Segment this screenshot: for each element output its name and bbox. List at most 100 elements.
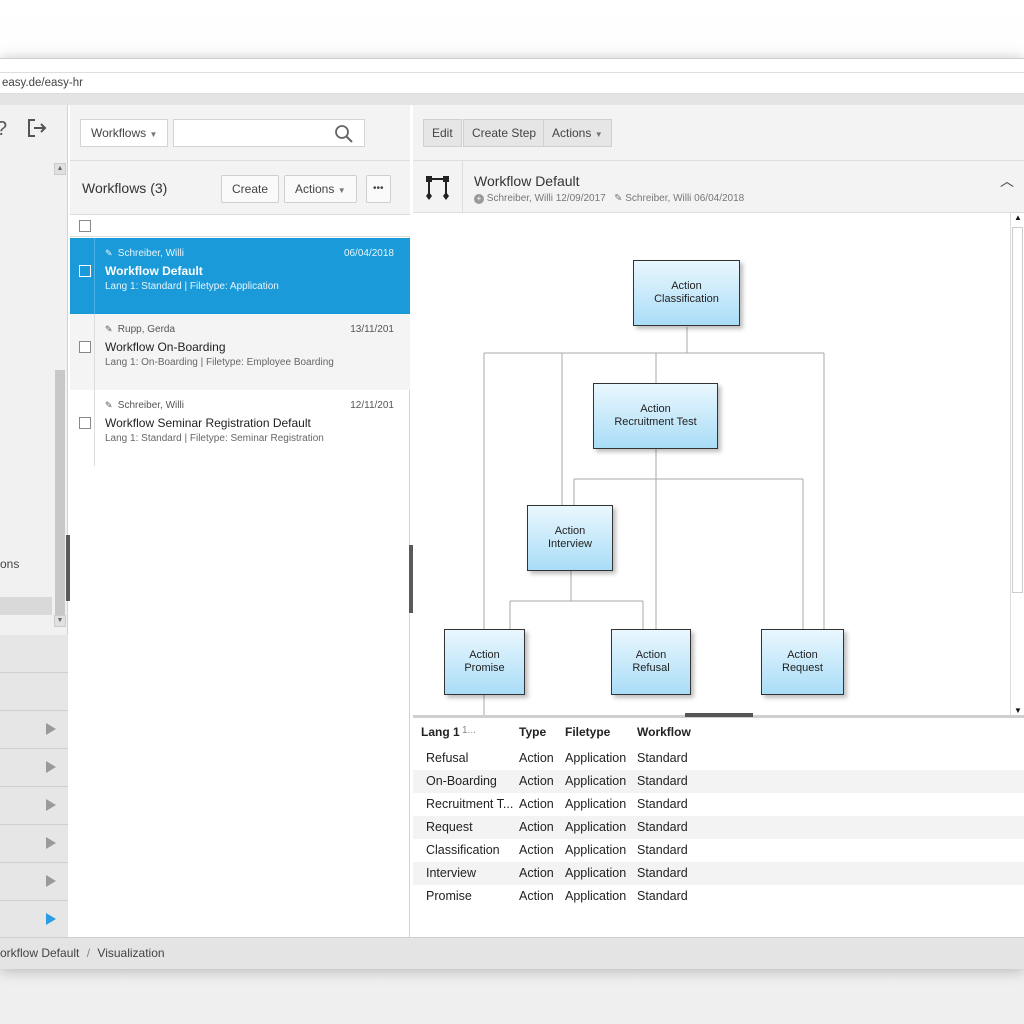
nav-row-active[interactable] (0, 901, 68, 939)
scrollbar-thumb[interactable] (55, 370, 65, 615)
split-grip[interactable] (685, 713, 753, 717)
cell-filetype: Application (565, 843, 627, 857)
nav-item-selected[interactable] (0, 597, 52, 615)
table-row[interactable]: Request Action Application Standard (413, 816, 1024, 839)
scroll-down-button[interactable]: ▼ (54, 615, 66, 627)
pencil-icon: ✎ (105, 248, 113, 258)
cell-workflow: Standard (637, 889, 688, 903)
nav-item-label[interactable]: ons (0, 557, 19, 571)
cell-filetype: Application (565, 889, 627, 903)
search-icon[interactable] (334, 124, 354, 144)
scrollbar-thumb[interactable] (1012, 227, 1023, 593)
column-header[interactable]: Filetype (565, 725, 610, 739)
more-button[interactable]: ••• (366, 175, 391, 203)
node-recruitment-test[interactable]: Action Recruitment Test (593, 383, 718, 449)
column-header[interactable]: 1... (462, 725, 476, 736)
node-label: Action (671, 280, 702, 292)
divider (94, 314, 95, 390)
workflow-detail-panel: Edit Create Step Actions ▼ Workflow Defa… (413, 105, 1024, 937)
list-item[interactable]: ✎ Rupp, Gerda 13/11/201 Workflow On-Boar… (70, 314, 410, 390)
node-interview[interactable]: Action Interview (527, 505, 613, 571)
select-all-checkbox[interactable] (79, 220, 91, 232)
cell-name: Promise (426, 889, 472, 903)
table-row[interactable]: On-Boarding Action Application Standard (413, 770, 1024, 793)
list-item[interactable]: ✎ Schreiber, Willi 06/04/2018 Workflow D… (70, 238, 410, 314)
chevron-down-icon: ▼ (337, 186, 346, 195)
row-checkbox[interactable] (79, 265, 91, 277)
workflow-title: Workflow Default (474, 173, 580, 189)
record-date: 06/04/2018 (343, 248, 394, 259)
url-text: easy.de/easy-hr (2, 77, 83, 89)
node-request[interactable]: Action Request (761, 629, 844, 695)
table-row[interactable]: Classification Action Application Standard (413, 839, 1024, 862)
scroll-down-icon[interactable]: ▼ (1014, 706, 1022, 715)
record-meta: Lang 1: On-Boarding | Filetype: Employee… (105, 357, 334, 368)
table-row[interactable]: Recruitment T... Action Application Standar… (413, 793, 1024, 816)
node-label: Action (635, 649, 667, 661)
nav-row[interactable] (0, 787, 68, 825)
chevron-down-icon: ▼ (594, 130, 603, 139)
chevron-down-icon: ▼ (149, 130, 158, 139)
create-step-button[interactable]: Create Step (463, 119, 546, 147)
cell-filetype: Application (565, 774, 627, 788)
column-header[interactable]: Type (519, 725, 546, 739)
list-item[interactable]: ✎ Schreiber, Willi 12/11/201 Workflow Se… (70, 390, 410, 466)
node-label: Action (469, 649, 500, 661)
node-label: Classification (654, 293, 719, 305)
node-label: Action (640, 403, 671, 415)
row-checkbox[interactable] (79, 341, 91, 353)
dropdown-label: Workflows (91, 126, 147, 140)
cell-workflow: Standard (637, 774, 688, 788)
node-label: Request (782, 662, 823, 674)
edit-button[interactable]: Edit (423, 119, 462, 147)
breadcrumb-item[interactable]: orkflow Default (0, 946, 79, 960)
column-header[interactable]: Lang 1 (421, 725, 460, 739)
logout-icon[interactable] (26, 117, 48, 143)
cell-type: Action (519, 797, 554, 811)
node-promise[interactable]: Action Promise (444, 629, 525, 695)
nav-row[interactable] (0, 673, 68, 711)
collapse-icon[interactable]: ︿ (1000, 171, 1014, 191)
table-row[interactable]: Promise Action Application Standard (413, 885, 1024, 908)
actions-dropdown[interactable]: Actions ▼ (284, 175, 357, 203)
record-date: 13/11/201 (350, 324, 394, 335)
scroll-up-button[interactable]: ▲ (54, 163, 66, 175)
list-header: Workflows (3) Create Actions ▼ ••• (70, 161, 410, 215)
workflow-diagram: Action Classification Action Recruitment T… (413, 213, 1024, 715)
cell-filetype: Application (565, 820, 627, 834)
divider (94, 238, 95, 314)
record-date: 12/11/201 (350, 400, 394, 411)
nav-row[interactable] (0, 711, 68, 749)
actions-dropdown[interactable]: Actions ▼ (543, 119, 612, 147)
column-header[interactable]: Workflow (637, 725, 691, 739)
workflows-dropdown[interactable]: Workflows ▼ (80, 119, 169, 147)
nav-row[interactable] (0, 825, 68, 863)
create-button[interactable]: Create (221, 175, 280, 203)
editor-name: Schreiber, Willi (117, 248, 184, 259)
record-meta: Lang 1: Standard | Filetype: Seminar Reg… (105, 433, 324, 444)
node-classification[interactable]: Action Classification (633, 260, 740, 326)
nav-row[interactable] (0, 635, 68, 673)
table-row[interactable]: Interview Action Application Standard (413, 862, 1024, 885)
breadcrumb: orkflow Default / Visualization (0, 937, 1024, 969)
node-label: Action (554, 525, 586, 537)
list-toolbar: Workflows ▼ (70, 105, 410, 161)
help-icon[interactable]: ? (0, 119, 7, 139)
node-refusal[interactable]: Action Refusal (611, 629, 691, 695)
expand-arrow-icon (46, 761, 56, 773)
address-bar[interactable]: easy.de/easy-hr (0, 72, 1024, 94)
nav-row[interactable] (0, 863, 68, 901)
cell-type: Action (519, 889, 554, 903)
scroll-up-icon[interactable]: ▲ (1014, 213, 1022, 222)
app-window: easy.de/easy-hr ? ▲ ▼ ons Workflows ▼ (0, 58, 1024, 969)
cell-workflow: Standard (637, 751, 688, 765)
search-input[interactable] (173, 119, 365, 147)
expand-arrow-icon (46, 913, 56, 925)
cell-type: Action (519, 774, 554, 788)
table-row[interactable]: Refusal Action Application Standard (413, 747, 1024, 770)
row-checkbox[interactable] (79, 417, 91, 429)
node-label: Interview (547, 538, 593, 550)
nav-row[interactable] (0, 749, 68, 787)
cell-workflow: Standard (637, 843, 688, 857)
diagram-scrollbar[interactable]: ▲ ▼ (1010, 213, 1024, 715)
